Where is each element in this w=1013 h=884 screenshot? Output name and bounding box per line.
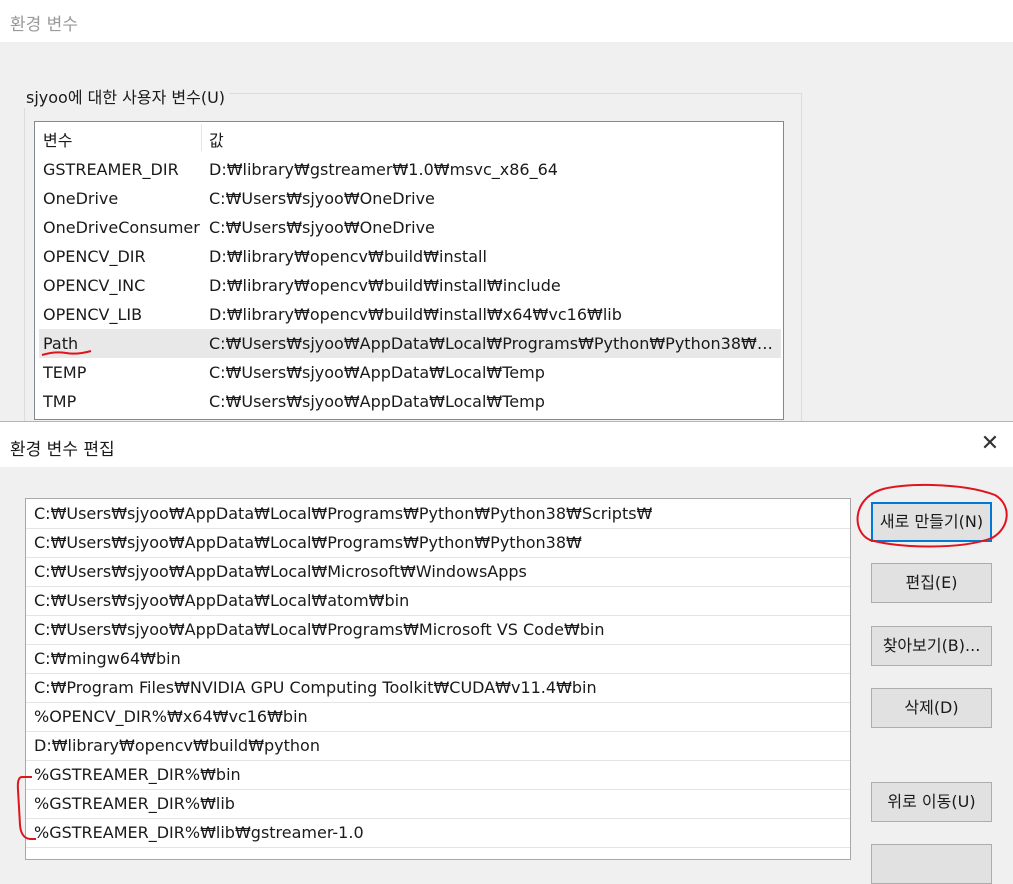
- edit-button[interactable]: 편집(E): [871, 563, 992, 603]
- variable-value: C:₩Users₩sjyoo₩AppData₩Local₩Temp: [209, 392, 545, 411]
- variable-value: C:₩Users₩sjyoo₩AppData₩Local₩Temp: [209, 363, 545, 382]
- list-item[interactable]: C:₩Program Files₩NVIDIA GPU Computing To…: [26, 673, 850, 703]
- list-item[interactable]: C:₩Users₩sjyoo₩AppData₩Local₩Microsoft₩W…: [26, 557, 850, 587]
- variable-value: D:₩library₩opencv₩build₩install₩x64₩vc16…: [209, 305, 622, 324]
- outer-title-bar: 환경 변수: [0, 0, 1013, 42]
- table-row-selected[interactable]: Path C:₩Users₩sjyoo₩AppData₩Local₩Program…: [39, 329, 781, 358]
- path-entry: C:₩Program Files₩NVIDIA GPU Computing To…: [34, 678, 597, 697]
- path-entry: C:₩Users₩sjyoo₩AppData₩Local₩Programs₩Mi…: [34, 620, 605, 639]
- table-row[interactable]: OneDrive C:₩Users₩sjyoo₩OneDrive: [39, 184, 781, 213]
- variable-name: GSTREAMER_DIR: [43, 160, 179, 179]
- variable-name: TEMP: [43, 363, 87, 382]
- path-entry: %GSTREAMER_DIR%₩lib₩gstreamer-1.0: [34, 823, 364, 842]
- list-item[interactable]: %OPENCV_DIR%₩x64₩vc16₩bin: [26, 702, 850, 732]
- column-header-name[interactable]: 변수: [43, 127, 72, 151]
- variable-name: Path: [43, 334, 79, 353]
- list-item[interactable]: D:₩library₩opencv₩build₩python: [26, 731, 850, 761]
- list-item[interactable]: C:₩Users₩sjyoo₩AppData₩Local₩Programs₩Py…: [26, 528, 850, 558]
- variable-name: OPENCV_LIB: [43, 305, 143, 324]
- path-entry: C:₩Users₩sjyoo₩AppData₩Local₩Microsoft₩W…: [34, 562, 527, 581]
- user-variables-group-label: sjyoo에 대한 사용자 변수(U): [22, 84, 230, 108]
- browse-button[interactable]: 찾아보기(B)...: [871, 626, 992, 666]
- variable-name: OneDriveConsumer: [43, 218, 200, 237]
- move-down-button[interactable]: [871, 844, 992, 884]
- table-row[interactable]: TEMP C:₩Users₩sjyoo₩AppData₩Local₩Temp: [39, 358, 781, 387]
- list-item[interactable]: C:₩Users₩sjyoo₩AppData₩Local₩Programs₩Mi…: [26, 615, 850, 645]
- variable-value: D:₩library₩opencv₩build₩install: [209, 247, 487, 266]
- variable-name: TMP: [43, 392, 77, 411]
- variable-value: C:₩Users₩sjyoo₩OneDrive: [209, 218, 435, 237]
- list-item[interactable]: %GSTREAMER_DIR%₩bin: [26, 760, 850, 790]
- list-item[interactable]: C:₩mingw64₩bin: [26, 644, 850, 674]
- table-row[interactable]: OPENCV_LIB D:₩library₩opencv₩build₩instal…: [39, 300, 781, 329]
- list-item[interactable]: C:₩Users₩sjyoo₩AppData₩Local₩Programs₩Py…: [26, 499, 850, 529]
- outer-window-title: 환경 변수: [10, 15, 78, 35]
- path-entry: C:₩Users₩sjyoo₩AppData₩Local₩Programs₩Py…: [34, 533, 582, 552]
- variable-name: OPENCV_DIR: [43, 247, 146, 266]
- path-entries-list[interactable]: C:₩Users₩sjyoo₩AppData₩Local₩Programs₩Py…: [25, 498, 851, 860]
- variable-value: C:₩Users₩sjyoo₩OneDrive: [209, 189, 435, 208]
- path-entry: C:₩Users₩sjyoo₩AppData₩Local₩atom₩bin: [34, 591, 410, 610]
- table-row[interactable]: TMP C:₩Users₩sjyoo₩AppData₩Local₩Temp: [39, 387, 781, 416]
- new-button[interactable]: 새로 만들기(N): [871, 502, 992, 542]
- variable-name: OneDrive: [43, 189, 119, 208]
- list-item[interactable]: %GSTREAMER_DIR%₩lib₩gstreamer-1.0: [26, 818, 850, 848]
- column-header-value[interactable]: 값: [209, 127, 224, 151]
- path-entry: C:₩Users₩sjyoo₩AppData₩Local₩Programs₩Py…: [34, 504, 653, 523]
- move-up-button[interactable]: 위로 이동(U): [871, 782, 992, 822]
- dialog-title-bar: 환경 변수 편집 ✕: [0, 422, 1013, 467]
- user-variables-header: 변수 값: [35, 122, 783, 152]
- delete-button[interactable]: 삭제(D): [871, 688, 992, 728]
- path-entry: %GSTREAMER_DIR%₩lib: [34, 794, 235, 813]
- dialog-title: 환경 변수 편집: [10, 440, 115, 460]
- edit-environment-variable-dialog: 환경 변수 편집 ✕ C:₩Users₩sjyoo₩AppData₩Local₩…: [0, 421, 1013, 884]
- path-entry: C:₩mingw64₩bin: [34, 649, 181, 668]
- list-item[interactable]: %GSTREAMER_DIR%₩lib: [26, 789, 850, 819]
- table-row[interactable]: OneDriveConsumer C:₩Users₩sjyoo₩OneDrive: [39, 213, 781, 242]
- path-entry: %OPENCV_DIR%₩x64₩vc16₩bin: [34, 707, 308, 726]
- list-item[interactable]: C:₩Users₩sjyoo₩AppData₩Local₩atom₩bin: [26, 586, 850, 616]
- close-icon[interactable]: ✕: [973, 428, 1007, 460]
- variable-name: OPENCV_INC: [43, 276, 146, 295]
- variable-value: D:₩library₩gstreamer₩1.0₩msvc_x86_64: [209, 160, 558, 179]
- path-entry: D:₩library₩opencv₩build₩python: [34, 736, 320, 755]
- variable-value: C:₩Users₩sjyoo₩AppData₩Local₩Programs₩Py…: [209, 334, 779, 353]
- table-row[interactable]: GSTREAMER_DIR D:₩library₩gstreamer₩1.0₩ms…: [39, 155, 781, 184]
- environment-variables-window: 환경 변수 sjyoo에 대한 사용자 변수(U) 변수 값 GSTREAMER…: [0, 0, 1013, 435]
- table-row[interactable]: OPENCV_DIR D:₩library₩opencv₩build₩instal…: [39, 242, 781, 271]
- table-row[interactable]: OPENCV_INC D:₩library₩opencv₩build₩instal…: [39, 271, 781, 300]
- variable-value: D:₩library₩opencv₩build₩install₩include: [209, 276, 561, 295]
- path-entry: %GSTREAMER_DIR%₩bin: [34, 765, 241, 784]
- column-divider[interactable]: [201, 124, 202, 151]
- user-variables-list[interactable]: 변수 값 GSTREAMER_DIR D:₩library₩gstreamer₩1…: [34, 121, 784, 420]
